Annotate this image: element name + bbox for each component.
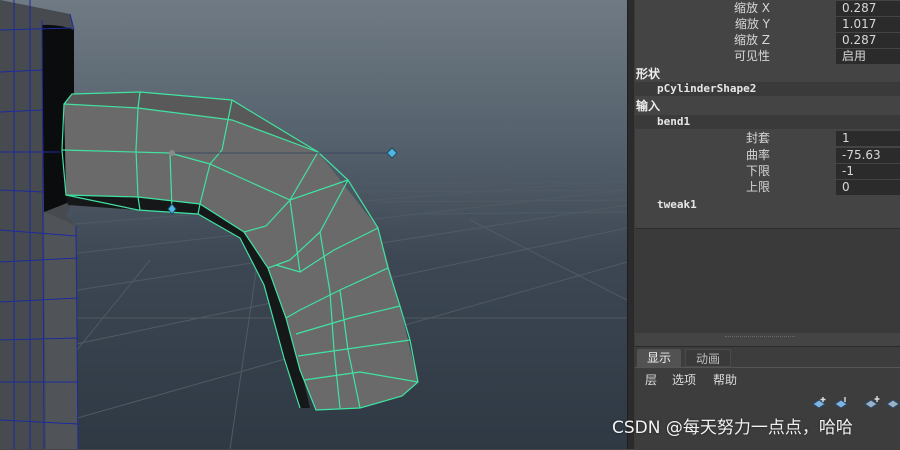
attr-label: 曲率 [745, 148, 770, 162]
move-up-icon[interactable] [863, 395, 881, 409]
attr-value-field[interactable]: 1.017 [836, 17, 900, 32]
diamond-handle-icon [386, 147, 398, 159]
attr-label: 上限 [745, 180, 770, 194]
attr-row-low-bound[interactable]: 下限 -1 [635, 163, 900, 179]
attr-row-scale-y[interactable]: 缩放 Y 1.017 [635, 16, 900, 32]
new-layer-selected-icon[interactable] [833, 395, 851, 409]
node-name: bend1 [657, 115, 691, 128]
attr-row-scale-x[interactable]: 缩放 X 0.287 [635, 0, 900, 16]
attr-label: 下限 [745, 164, 770, 178]
move-down-icon[interactable] [885, 395, 900, 409]
node-name: pCylinderShape2 [657, 82, 757, 95]
viewport-scene [0, 0, 627, 449]
tab-display[interactable]: 显示 [637, 349, 681, 367]
tab-animation[interactable]: 动画 [685, 349, 731, 367]
menu-options[interactable]: 选项 [672, 372, 696, 388]
channel-box-empty-area [635, 228, 900, 333]
tab-divider [635, 367, 900, 368]
attr-row-visibility[interactable]: 可见性 启用 [635, 48, 900, 64]
new-layer-icon[interactable] [811, 395, 829, 409]
attr-value-field[interactable]: 0.287 [836, 33, 900, 48]
menu-layers[interactable]: 层 [645, 372, 657, 388]
attr-row-curvature[interactable]: 曲率 -75.63 [635, 147, 900, 163]
channel-box: 缩放 X 0.287 缩放 Y 1.017 缩放 Z 0.287 可见性 启用 … [635, 0, 900, 450]
panel-divider[interactable] [627, 0, 635, 449]
scene-cylinder[interactable] [0, 0, 79, 449]
attr-value-field[interactable]: 1 [836, 131, 900, 146]
attr-row-envelope[interactable]: 封套 1 [635, 130, 900, 146]
bent-cylinder-mesh[interactable] [61, 91, 419, 411]
shape-node-item[interactable]: pCylinderShape2 [635, 82, 900, 96]
attr-label: 缩放 X [733, 1, 770, 15]
attr-row-high-bound[interactable]: 上限 0 [635, 179, 900, 195]
attr-label: 封套 [745, 131, 770, 145]
deformer-pivot-icon [169, 150, 175, 156]
attr-label: 可见性 [733, 49, 770, 63]
attr-label: 缩放 Z [733, 33, 770, 47]
attr-row-scale-z[interactable]: 缩放 Z 0.287 [635, 32, 900, 48]
resize-grip[interactable] [725, 336, 795, 339]
attr-value-field[interactable]: 启用 [836, 49, 900, 64]
input-node-tweak[interactable]: tweak1 [657, 198, 697, 212]
section-header-shapes: 形状 [636, 67, 661, 81]
attr-label: 缩放 Y [734, 17, 770, 31]
menu-help[interactable]: 帮助 [713, 372, 737, 388]
attr-value-field[interactable]: 0 [836, 180, 900, 195]
watermark-text: CSDN @每天努力一点点，哈哈 [612, 418, 853, 438]
attr-value-field[interactable]: -75.63 [836, 148, 900, 163]
3d-viewport[interactable] [0, 0, 627, 449]
section-header-inputs: 输入 [636, 99, 661, 113]
attr-value-field[interactable]: 0.287 [836, 1, 900, 16]
attr-value-field[interactable]: -1 [836, 164, 900, 179]
input-node-bend[interactable]: bend1 [635, 115, 900, 129]
